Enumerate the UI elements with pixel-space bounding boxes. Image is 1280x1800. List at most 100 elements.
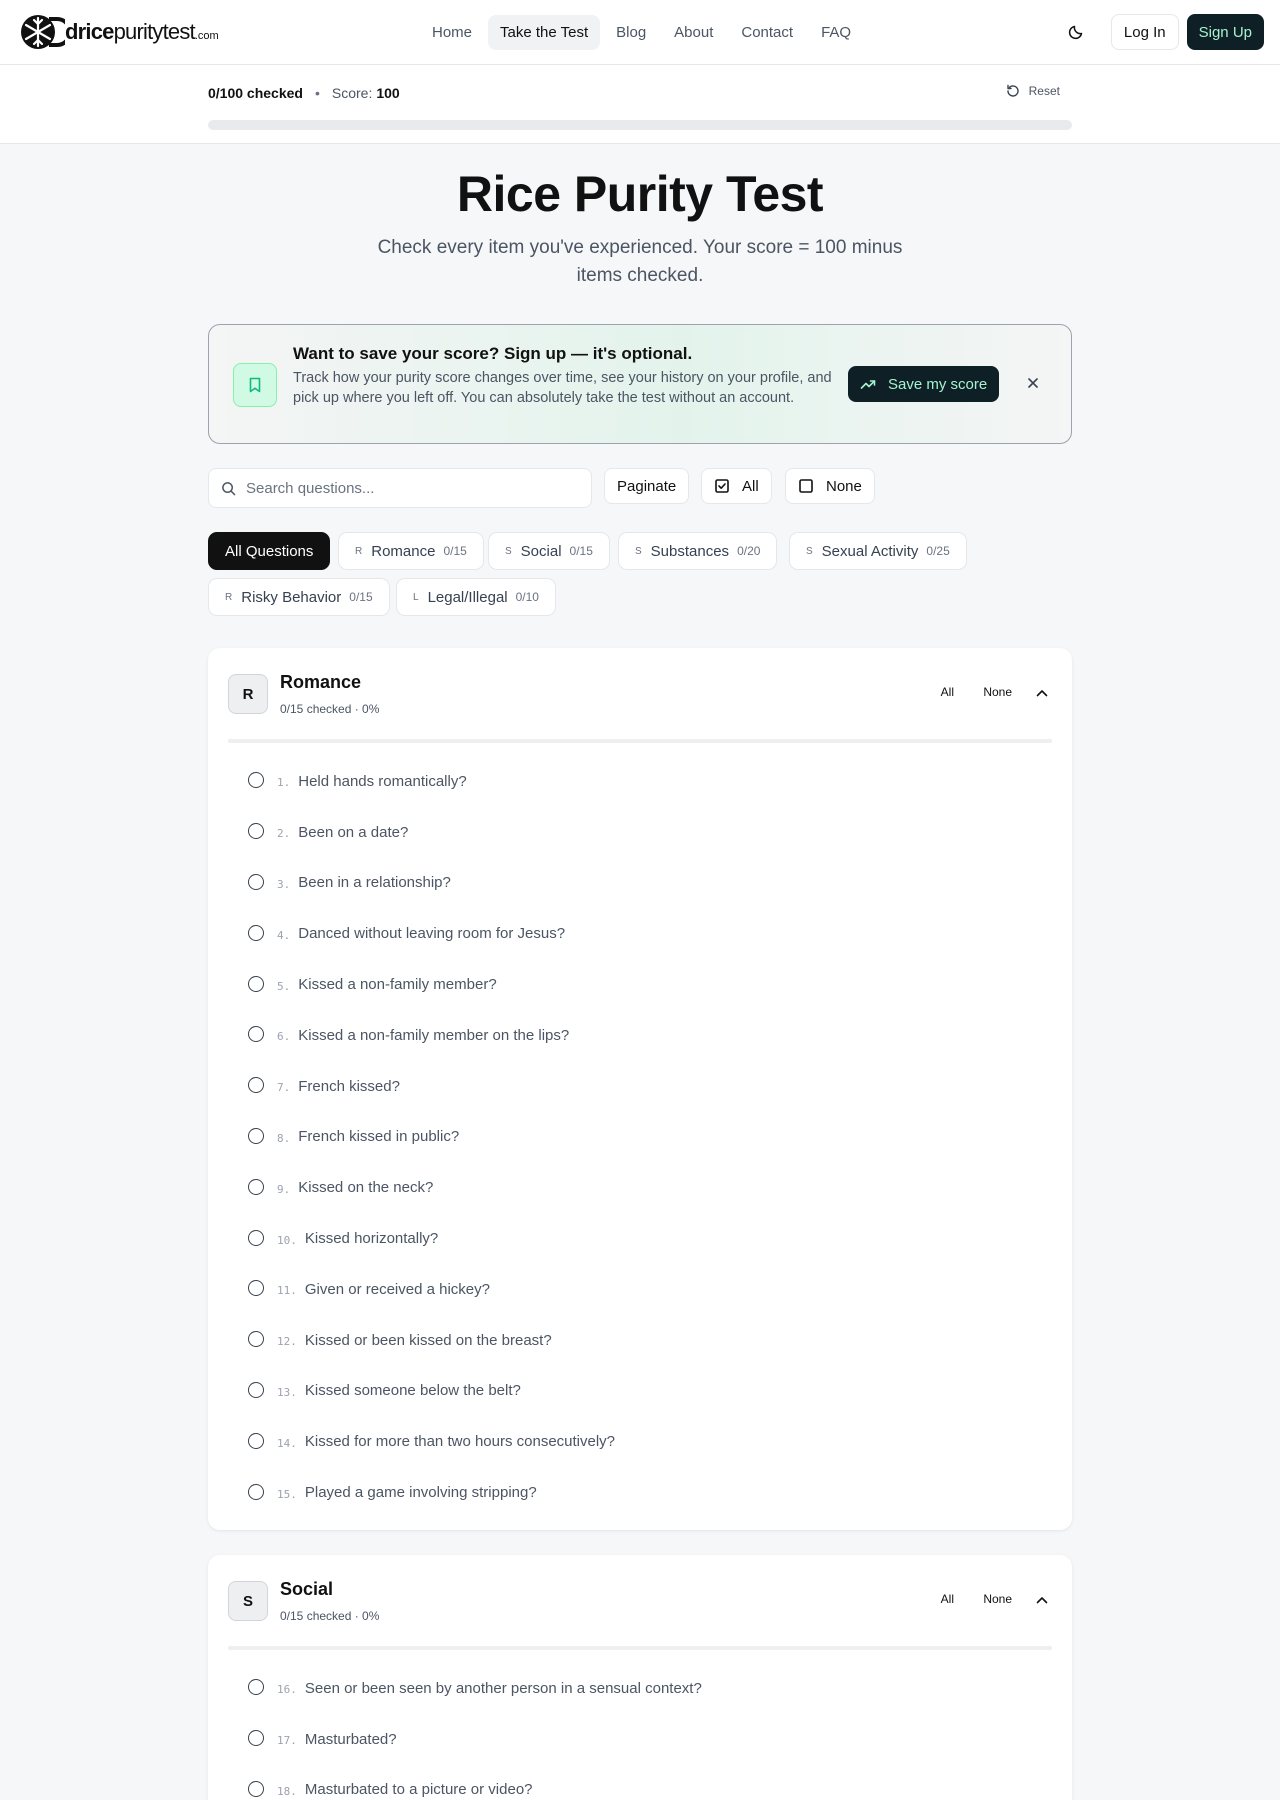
radio-icon[interactable] [248,1331,264,1348]
category-pill-sexual-activity[interactable]: S Sexual Activity 0/25 [789,532,967,570]
question-item[interactable]: 4. Danced without leaving room for Jesus? [228,908,1052,959]
question-number: 12. [277,1335,297,1349]
radio-icon[interactable] [248,873,264,890]
radio-icon[interactable] [248,1381,264,1398]
question-item[interactable]: 7. French kissed? [228,1061,1052,1112]
category-label: All Questions [225,542,314,560]
category-label: Sexual Activity [821,542,919,560]
search-input[interactable] [246,479,566,497]
nav-take-the-test[interactable]: Take the Test [488,14,601,50]
category-pill-social[interactable]: S Social 0/15 [488,532,610,570]
question-number: 6. [277,1030,291,1044]
paginate-button[interactable]: Paginate [604,468,690,504]
nav-home[interactable]: Home [420,15,484,50]
question-item[interactable]: 15. Played a game involving stripping? [228,1467,1052,1518]
question-item[interactable]: 13. Kissed someone below the belt? [228,1366,1052,1417]
radio-icon[interactable] [248,1432,264,1449]
question-text: Danced without leaving room for Jesus? [298,925,566,943]
question-number: 17. [277,1734,297,1748]
question-item[interactable]: 6. Kissed a non-family member on the lips… [228,1010,1052,1061]
radio-icon[interactable] [248,1679,264,1696]
section-select-all-button[interactable]: All [941,685,954,699]
radio-icon[interactable] [248,1077,264,1094]
radio-icon[interactable] [248,975,264,992]
category-pill-legal-illegal[interactable]: L Legal/Illegal 0/10 [396,578,556,616]
reset-button[interactable]: Reset [1005,83,1060,99]
chevron-up-icon[interactable] [1034,1592,1050,1608]
category-letter: R [225,591,233,603]
category-count: 0/15 [349,590,373,604]
radio-icon[interactable] [248,1127,264,1144]
question-item[interactable]: 8. French kissed in public? [228,1112,1052,1163]
select-all-label: All [742,477,759,495]
section-select-none-button[interactable]: None [983,1592,1012,1606]
question-item[interactable]: 16. Seen or been seen by another person i… [228,1663,1052,1714]
section-progress-bar [228,739,1052,743]
banner-title: Want to save your score? Sign up — it's … [293,344,693,363]
login-button[interactable]: Log In [1110,14,1179,50]
question-item[interactable]: 14. Kissed for more than two hours consec… [228,1416,1052,1467]
checked-count: 0/100 checked [208,85,303,101]
chevron-up-icon[interactable] [1034,685,1050,701]
radio-icon[interactable] [248,1780,264,1797]
radio-icon[interactable] [248,924,264,941]
category-count: 0/25 [926,544,950,558]
banner-description: Track how your purity score changes over… [293,370,832,406]
question-item[interactable]: 1. Held hands romantically? [228,756,1052,807]
nav-about[interactable]: About [662,15,725,50]
save-score-label: Save my score [888,375,988,393]
nav-contact[interactable]: Contact [729,15,805,50]
question-text: Been on a date? [298,823,409,841]
category-count: 0/10 [515,590,539,604]
question-item[interactable]: 11. Given or received a hickey? [228,1264,1052,1315]
section-select-all-button[interactable]: All [941,1592,954,1606]
save-score-banner: Want to save your score? Sign up — it's … [208,324,1072,444]
radio-icon[interactable] [248,823,264,840]
question-item[interactable]: 18. Masturbated to a picture or video? [228,1765,1052,1800]
theme-toggle-button[interactable] [1057,14,1095,50]
section-select-none-button[interactable]: None [983,685,1012,699]
question-text: Kissed for more than two hours consecuti… [304,1433,616,1451]
category-label: Legal/Illegal [427,588,508,606]
save-score-button[interactable]: Save my score [848,366,1000,402]
radio-icon[interactable] [248,1026,264,1043]
question-number: 16. [277,1683,297,1697]
nav-blog[interactable]: Blog [604,15,658,50]
radio-icon[interactable] [248,1483,264,1500]
question-text: Kissed on the neck? [298,1179,434,1197]
category-pill-risky-behavior[interactable]: R Risky Behavior 0/15 [208,578,390,616]
brand-tld: .com [194,30,219,42]
question-text: Kissed a non-family member on the lips? [298,1026,570,1044]
radio-icon[interactable] [248,1730,264,1747]
question-number: 2. [277,827,291,841]
signup-button[interactable]: Sign Up [1186,14,1264,50]
radio-icon[interactable] [248,1229,264,1246]
top-nav: dricepuritytest.com Home Take the Test B… [0,0,1280,65]
category-pill-all-questions[interactable]: All Questions [208,532,331,570]
question-item[interactable]: 3. Been in a relationship? [228,858,1052,909]
checkbox-checked-icon [715,479,729,493]
question-item[interactable]: 17. Masturbated? [228,1714,1052,1765]
score-status-bar: 0/100 checked • Score: 100 Reset [0,65,1280,144]
score-value: 100 [376,85,400,101]
logo-snowflake-icon [21,15,65,49]
category-pill-romance[interactable]: R Romance 0/15 [338,532,484,570]
radio-icon[interactable] [248,1280,264,1297]
close-icon[interactable] [1025,375,1041,391]
radio-icon[interactable] [248,772,264,789]
question-item[interactable]: 2. Been on a date? [228,807,1052,858]
section-badge: S [228,1581,268,1621]
brand-logo[interactable]: dricepuritytest.com [19,13,219,51]
nav-faq[interactable]: FAQ [809,15,863,50]
category-count: 0/15 [443,544,467,558]
radio-icon[interactable] [248,1178,264,1195]
question-item[interactable]: 10. Kissed horizontally? [228,1213,1052,1264]
question-item[interactable]: 9. Kissed on the neck? [228,1162,1052,1213]
question-item[interactable]: 12. Kissed or been kissed on the breast? [228,1315,1052,1366]
select-none-button[interactable]: None [785,468,875,504]
select-all-button[interactable]: All [701,468,772,504]
reset-icon [1006,84,1019,97]
category-pill-substances[interactable]: S Substances 0/20 [618,532,778,570]
section-meta: 0/15 checked · 0% [280,702,380,716]
question-item[interactable]: 5. Kissed a non-family member? [228,959,1052,1010]
